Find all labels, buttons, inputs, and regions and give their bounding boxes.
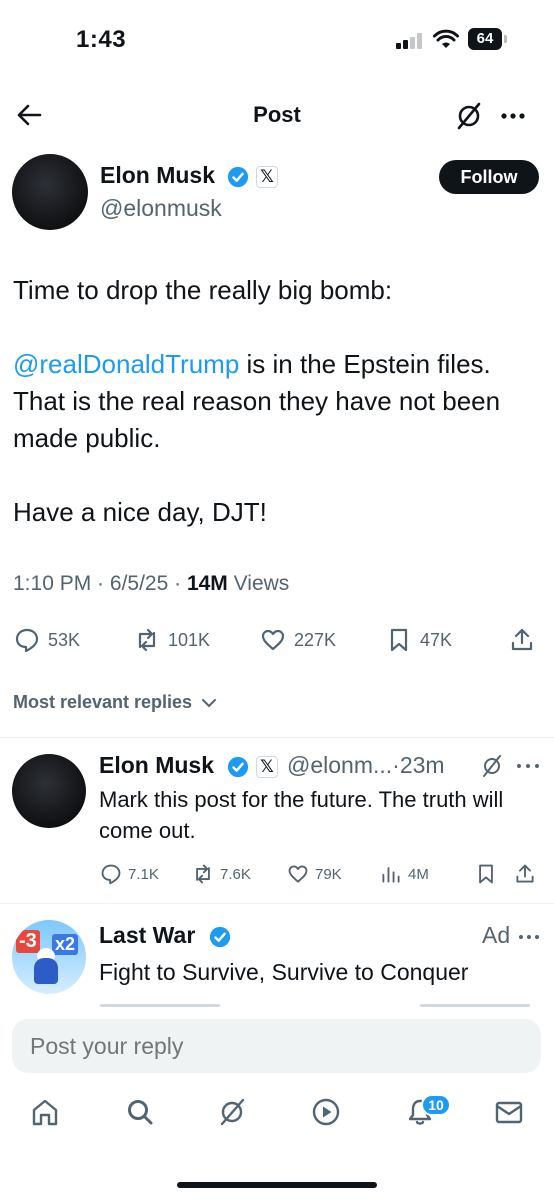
bookmark-icon [390, 628, 408, 652]
repost-icon [196, 864, 210, 884]
repost-button[interactable]: 101K [134, 622, 210, 658]
x-logo-icon: 𝕏 [256, 166, 278, 188]
views-count: 14M [186, 572, 228, 595]
post-actions: 53K 101K 227K 47K [0, 622, 554, 658]
share-icon [516, 864, 534, 883]
reply-count: 7.1K [128, 865, 159, 883]
status-time: 1:43 [76, 26, 127, 53]
sort-replies-dropdown[interactable]: Most relevant replies [13, 692, 217, 713]
status-bar: 1:43 64 [0, 0, 554, 80]
verified-icon [227, 756, 249, 778]
video-icon[interactable] [310, 1096, 342, 1128]
cellular-signal-icon [396, 33, 424, 49]
mail-icon[interactable] [493, 1096, 525, 1128]
share-button[interactable] [514, 860, 536, 888]
bookmark-count: 47K [420, 629, 453, 650]
chevron-down-icon [202, 699, 217, 708]
bookmark-button[interactable]: 47K [386, 622, 452, 658]
home-indicator [177, 1182, 377, 1188]
ad-avatar-badge: x2 [52, 934, 79, 955]
battery-icon: 64 [468, 28, 508, 52]
bookmark-icon [479, 864, 493, 884]
divider [0, 737, 554, 738]
post-meta: 1:10 PM · 6/5/25 · 14M Views [13, 572, 290, 595]
reply-icon [15, 628, 39, 653]
mention-link[interactable]: @realDonaldTrump [13, 349, 239, 379]
views-label: Views [233, 572, 290, 595]
views-count: 4M [408, 865, 429, 883]
ad-media-edge [100, 1004, 220, 1007]
repost-icon [138, 628, 156, 652]
more-icon[interactable] [498, 101, 528, 131]
ad-author-name[interactable]: Last War [99, 922, 195, 949]
avatar[interactable] [12, 754, 86, 828]
more-icon[interactable] [515, 756, 541, 776]
ad-label: Ad [482, 922, 511, 948]
like-button[interactable]: 227K [260, 622, 336, 658]
share-button[interactable] [509, 622, 535, 658]
avatar[interactable] [12, 154, 88, 230]
like-icon [261, 629, 285, 651]
reply-text: Mark this post for the future. The truth… [99, 787, 504, 843]
more-icon[interactable] [517, 928, 541, 946]
author-handle[interactable]: @elonmusk [100, 195, 222, 222]
post-header: Post [0, 90, 554, 140]
reply-button[interactable]: 7.1K [100, 860, 159, 888]
views-icon [382, 867, 400, 883]
divider [0, 903, 554, 904]
like-icon [288, 865, 308, 883]
post-text-line: That is the real reason they have not be… [13, 386, 501, 453]
reply-count: 53K [48, 629, 81, 650]
battery-level: 64 [468, 28, 502, 50]
repost-count: 7.6K [220, 865, 251, 883]
search-icon[interactable] [124, 1096, 156, 1128]
wifi-icon [433, 29, 459, 48]
like-button[interactable]: 79K [287, 860, 342, 888]
notifications-badge: 10 [421, 1094, 451, 1116]
reply-button[interactable]: 53K [14, 622, 80, 658]
post-text-line: @realDonaldTrump is in the Epstein files… [13, 346, 543, 383]
grok-icon[interactable] [216, 1096, 248, 1128]
reply-author-handle: @elonm... [287, 752, 393, 778]
author-name[interactable]: Elon Musk [100, 162, 215, 189]
ad-avatar[interactable]: -3 x2 [12, 920, 86, 994]
verified-icon [227, 166, 249, 188]
bottom-nav [0, 1096, 554, 1140]
reply-input[interactable] [12, 1019, 541, 1073]
grok-icon[interactable] [454, 101, 484, 131]
views-button[interactable]: 4M [380, 860, 429, 888]
x-logo-icon: 𝕏 [256, 756, 278, 778]
ad-avatar-badge: -3 [16, 930, 40, 953]
post-text-line: Time to drop the really big bomb: [13, 275, 393, 305]
repost-button[interactable]: 7.6K [192, 860, 251, 888]
grok-icon[interactable] [480, 754, 504, 778]
verified-icon [209, 926, 231, 948]
like-count: 227K [294, 629, 337, 650]
post-text-line: Have a nice day, DJT! [13, 497, 267, 527]
reply-time: ·23m [392, 752, 445, 778]
follow-button[interactable]: Follow [439, 160, 539, 194]
post-text: Time to drop the really big bomb: @realD… [13, 272, 543, 531]
ad-text: Fight to Survive, Survive to Conquer [99, 959, 469, 985]
ad-media-edge [420, 1004, 530, 1007]
post-text-fragment: is in the Epstein files. [239, 349, 491, 379]
sort-label: Most relevant replies [13, 692, 193, 712]
share-icon [511, 628, 533, 651]
reply-author-name: Elon Musk [99, 752, 215, 778]
reply-icon [101, 864, 121, 885]
post-time: 1:10 PM [13, 572, 92, 595]
bookmark-button[interactable] [475, 860, 497, 888]
like-count: 79K [315, 865, 342, 883]
reply-author[interactable]: Elon Musk [99, 752, 214, 779]
reply-actions: 7.1K 7.6K 79K 4M [0, 860, 554, 888]
repost-count: 101K [168, 629, 211, 650]
home-icon[interactable] [29, 1096, 61, 1128]
reply-handle-time: @elonm...·23m [287, 752, 445, 779]
post-date: 6/5/25 [109, 572, 169, 595]
